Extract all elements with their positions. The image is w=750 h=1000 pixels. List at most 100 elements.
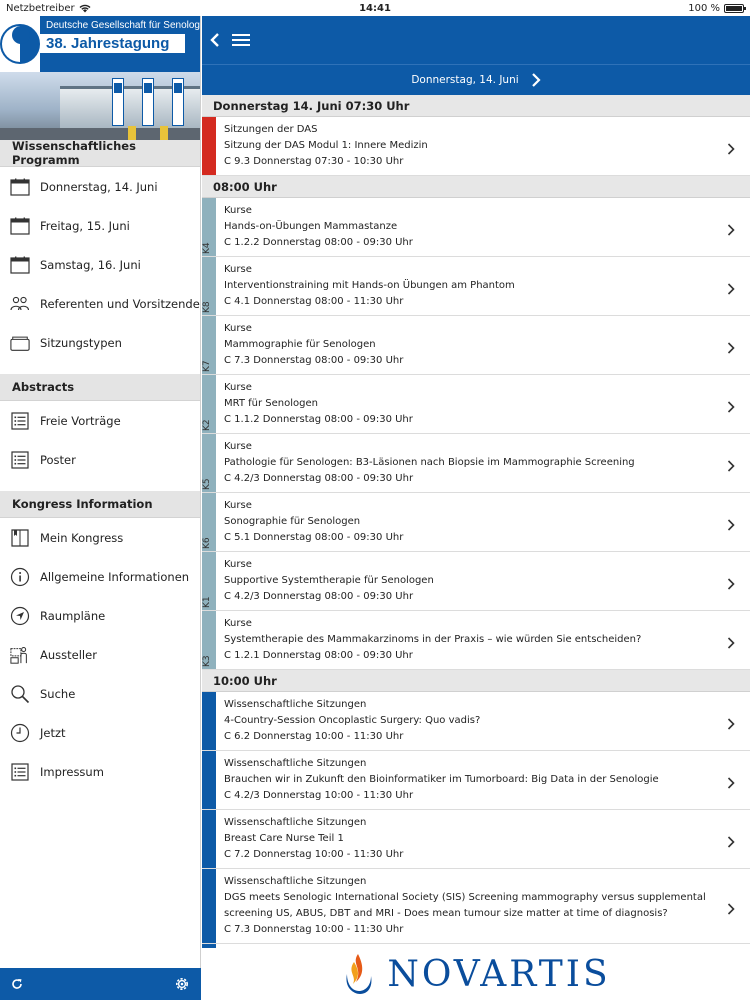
session-row[interactable]: K2 Kurse MRT für Senologen C 1.1.2 Donnerst… [202, 375, 750, 434]
sidebar-item[interactable]: Sitzungstypen [0, 323, 200, 362]
calendar-icon [10, 255, 30, 275]
session-row[interactable]: K1 Kurse Supportive Systemtherapie für Sen… [202, 552, 750, 611]
session-title: Mammographie für Senologen [224, 339, 376, 350]
current-day-label: Donnerstag, 14. Juni [411, 74, 519, 86]
session-category: Wissenschaftliche Sitzungen [224, 699, 367, 710]
society-logo [0, 16, 40, 72]
session-category: Kurse [224, 205, 252, 216]
hamburger-menu-icon[interactable] [232, 33, 250, 47]
session-category: Kurse [224, 441, 252, 452]
venue-photo [0, 72, 200, 140]
session-title: Brauchen wir in Zukunft den Bioinformati… [224, 774, 659, 785]
sidebar-item[interactable]: Freitag, 15. Juni [0, 206, 200, 245]
list-icon [10, 762, 30, 782]
chevron-right-icon [726, 221, 736, 236]
sidebar-item-label: Poster [40, 452, 76, 467]
people-icon [10, 294, 30, 314]
carrier-area: Netzbetreiber [6, 3, 91, 14]
session-code-label: K3 [202, 655, 212, 667]
session-row[interactable]: Wissenschaftliche Sitzungen Breast Care N… [202, 810, 750, 869]
sidebar-item[interactable]: Donnerstag, 14. Juni [0, 167, 200, 206]
session-text: Kurse Mammographie für Senologen C 7.3 Don… [216, 316, 750, 374]
session-title: Supportive Systemtherapie für Senologen [224, 575, 434, 586]
session-type-color-bar: K2 [202, 375, 216, 433]
sidebar-item[interactable]: Samstag, 16. Juni [0, 245, 200, 284]
session-meta: C 9.3 Donnerstag 07:30 - 10:30 Uhr [224, 156, 404, 167]
refresh-icon[interactable] [10, 977, 24, 991]
session-type-color-bar: K6 [202, 493, 216, 551]
conference-title: 38. Jahrestagung [40, 34, 185, 53]
settings-gear-icon[interactable] [173, 975, 191, 993]
session-title: DGS meets Senologic International Societ… [224, 892, 706, 919]
session-code-label: K5 [202, 478, 212, 490]
session-row[interactable]: Wissenschaftliche Sitzungen 4-Country-Ses… [202, 692, 750, 751]
sponsor-banner[interactable]: NOVARTIS [202, 948, 750, 1000]
sidebar-footer [0, 968, 201, 1000]
wifi-icon [79, 4, 91, 12]
session-category: Kurse [224, 559, 252, 570]
time-group-header: 08:00 Uhr [202, 176, 750, 198]
session-row[interactable]: Wissenschaftliche Sitzungen DGS meets Sen… [202, 869, 750, 944]
chevron-right-icon [726, 634, 736, 649]
time-group-header: Donnerstag 14. Juni 07:30 Uhr [202, 95, 750, 117]
sidebar-item[interactable]: Suche [0, 674, 200, 713]
session-category: Kurse [224, 323, 252, 334]
novartis-flame-logo [346, 954, 372, 994]
sidebar-item[interactable]: Allgemeine Informationen [0, 557, 200, 596]
list-icon [10, 450, 30, 470]
session-type-color-bar: K3 [202, 611, 216, 669]
back-chevron-icon[interactable] [208, 32, 222, 48]
session-row[interactable]: K5 Kurse Pathologie für Senologen: B3-Läsi… [202, 434, 750, 493]
session-row[interactable]: K4 Kurse Hands-on-Übungen Mammastanze C 1.2… [202, 198, 750, 257]
session-row[interactable]: Wissenschaftliche Sitzungen Brauchen wir … [202, 751, 750, 810]
session-row[interactable]: K6 Kurse Sonographie für Senologen C 5.1 Do… [202, 493, 750, 552]
session-meta: C 6.2 Donnerstag 10:00 - 11:30 Uhr [224, 731, 404, 742]
chevron-right-icon [726, 140, 736, 155]
sidebar-item-label: Samstag, 16. Juni [40, 257, 141, 272]
session-title: Pathologie für Senologen: B3-Läsionen na… [224, 457, 635, 468]
sidebar-section-header: Wissenschaftliches Programm [0, 139, 200, 167]
conference-banner[interactable]: Deutsche Gesellschaft für Senologie 38. … [0, 16, 200, 140]
session-row[interactable]: K8 Kurse Interventionstraining mit Hands-o… [202, 257, 750, 316]
session-title: Hands-on-Übungen Mammastanze [224, 221, 398, 232]
sidebar-item[interactable]: Aussteller [0, 635, 200, 674]
session-row[interactable]: K7 Kurse Mammographie für Senologen C 7.3 D… [202, 316, 750, 375]
status-time: 14:41 [359, 2, 391, 14]
session-type-color-bar: K5 [202, 434, 216, 492]
sidebar-item[interactable]: Freie Vorträge [0, 401, 200, 440]
sidebar-item[interactable]: Raumpläne [0, 596, 200, 635]
sidebar-item[interactable]: Referenten und Vorsitzende [0, 284, 200, 323]
session-row[interactable]: K3 Kurse Systemtherapie des Mammakarzinoms… [202, 611, 750, 670]
sidebar-item[interactable]: Impressum [0, 752, 200, 791]
exhibitor-icon [10, 645, 30, 665]
time-group-header: 10:00 Uhr [202, 670, 750, 692]
session-text: Wissenschaftliche Sitzungen 4-Country-Ses… [216, 692, 750, 750]
chevron-right-icon [531, 73, 541, 87]
list-icon [10, 411, 30, 431]
sidebar-item[interactable]: Poster [0, 440, 200, 479]
session-category: Wissenschaftliche Sitzungen [224, 758, 367, 769]
session-meta: C 1.2.2 Donnerstag 08:00 - 09:30 Uhr [224, 237, 413, 248]
chevron-right-icon [726, 575, 736, 590]
chevron-right-icon [726, 516, 736, 531]
session-type-color-bar [202, 692, 216, 750]
sidebar-item-label: Impressum [40, 764, 104, 779]
sidebar-item[interactable]: Mein Kongress [0, 518, 200, 557]
session-text: Kurse MRT für Senologen C 1.1.2 Donnerstag… [216, 375, 750, 433]
session-title: Sonographie für Senologen [224, 516, 361, 527]
session-type-color-bar [202, 810, 216, 868]
sidebar-item[interactable]: Jetzt [0, 713, 200, 752]
next-day-button[interactable] [531, 73, 541, 87]
search-icon [10, 684, 30, 704]
session-row[interactable]: Sitzungen der DAS Sitzung der DAS Modul 1… [202, 117, 750, 176]
sidebar-section-header: Abstracts [0, 374, 200, 401]
sponsor-name: NOVARTIS [387, 953, 611, 995]
session-code-label: K2 [202, 419, 212, 431]
session-category: Wissenschaftliche Sitzungen [224, 817, 367, 828]
sidebar-item-label: Freitag, 15. Juni [40, 218, 130, 233]
session-meta: C 5.1 Donnerstag 08:00 - 09:30 Uhr [224, 532, 404, 543]
session-category: Kurse [224, 500, 252, 511]
sidebar-item-label: Donnerstag, 14. Juni [40, 179, 158, 194]
session-title: Systemtherapie des Mammakarzinoms in der… [224, 634, 642, 645]
